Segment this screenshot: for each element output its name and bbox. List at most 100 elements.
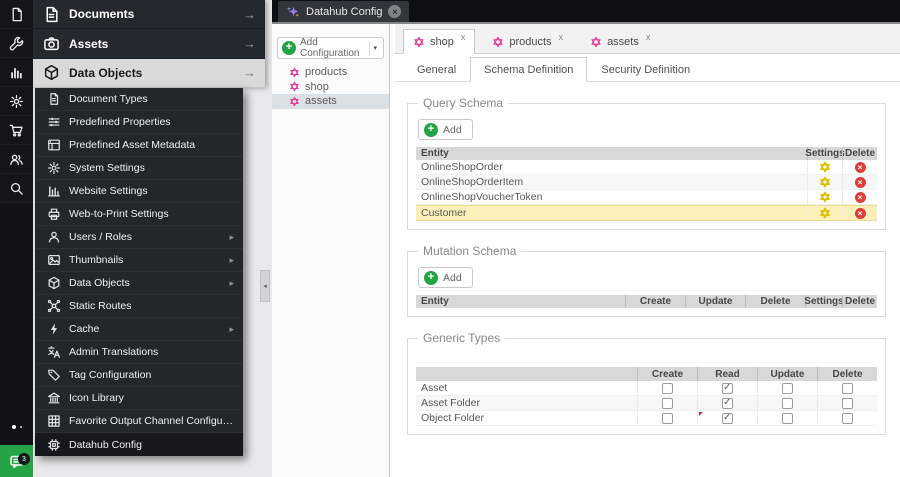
delete-icon[interactable] — [854, 207, 866, 219]
menu-label: Data Objects — [69, 65, 143, 80]
table-row[interactable]: Asset — [416, 381, 877, 396]
datahub-config-window: Datahub Config Add Configuration product… — [272, 0, 900, 477]
read-checkbox[interactable] — [722, 397, 733, 409]
schema-definition-content: Query Schema Add Entity Settings Delete — [395, 82, 900, 477]
menu-item-web-to-print-settings[interactable]: Web-to-Print Settings — [35, 203, 243, 226]
menu-documents[interactable]: Documents — [33, 0, 265, 30]
mutation-schema-add-button[interactable]: Add — [418, 267, 473, 288]
menu-item-predefined-properties[interactable]: Predefined Properties — [35, 111, 243, 134]
settings-icon[interactable] — [819, 207, 831, 219]
read-checkbox[interactable] — [722, 412, 733, 424]
table-header: Create Read Update Delete — [416, 367, 877, 381]
menu-item-admin-translations[interactable]: Admin Translations — [35, 341, 243, 364]
close-tab-icon[interactable] — [559, 32, 564, 42]
menu-label: Documents — [69, 7, 135, 22]
sparkle-icon — [286, 5, 300, 19]
plus-icon — [424, 270, 438, 285]
menu-item-thumbnails[interactable]: Thumbnails ▸ — [35, 249, 243, 272]
update-checkbox[interactable] — [782, 397, 793, 409]
table-row-selected[interactable]: Customer — [416, 205, 877, 221]
menu-item-predefined-asset-metadata[interactable]: Predefined Asset Metadata — [35, 134, 243, 157]
update-checkbox[interactable] — [782, 382, 793, 394]
rail-tools-button[interactable] — [0, 29, 33, 58]
create-checkbox[interactable] — [662, 397, 673, 409]
delete-checkbox[interactable] — [842, 397, 853, 409]
menu-item-static-routes[interactable]: Static Routes — [35, 295, 243, 318]
configurations-tree-panel: Add Configuration products shop — [272, 24, 390, 477]
close-tab-icon[interactable] — [646, 32, 651, 42]
status-dots — [0, 425, 33, 429]
rail-search-button[interactable] — [0, 174, 33, 203]
tab-general[interactable]: General — [403, 57, 470, 82]
create-checkbox[interactable] — [662, 412, 673, 424]
feedback-chat-button[interactable]: 3 — [0, 445, 33, 477]
rail-documents-button[interactable] — [0, 0, 33, 29]
menu-item-datahub-config[interactable]: Datahub Config — [35, 433, 243, 456]
menu-data-objects[interactable]: Data Objects — [33, 58, 265, 89]
settings-icon[interactable] — [819, 176, 831, 188]
settings-icon[interactable] — [819, 161, 831, 173]
delete-checkbox[interactable] — [842, 412, 853, 424]
rail-ecommerce-button[interactable] — [0, 116, 33, 145]
table-row[interactable]: OnlineShopOrderItem — [416, 175, 877, 190]
delete-icon[interactable] — [854, 161, 866, 173]
update-checkbox[interactable] — [782, 412, 793, 424]
rail-users-button[interactable] — [0, 145, 33, 174]
file-icon — [9, 7, 24, 22]
table-row[interactable]: OnlineShopOrder — [416, 160, 877, 175]
delete-checkbox[interactable] — [842, 382, 853, 394]
config-item-assets[interactable]: assets — [272, 94, 389, 109]
tab-security-definition[interactable]: Security Definition — [587, 57, 704, 82]
menu-item-document-types[interactable]: Document Types — [35, 88, 243, 111]
file-text-icon — [43, 6, 60, 23]
chevron-down-icon[interactable] — [373, 44, 377, 52]
menu-item-favorite-output-channel-configurations[interactable]: Favorite Output Channel Configurations — [35, 410, 243, 433]
sliders-icon — [47, 115, 61, 129]
read-checkbox[interactable] — [722, 382, 733, 394]
plus-icon — [282, 41, 296, 55]
menu-item-data-objects[interactable]: Data Objects ▸ — [35, 272, 243, 295]
tab-assets[interactable]: assets — [580, 29, 660, 54]
query-schema-add-button[interactable]: Add — [418, 119, 473, 140]
delete-icon[interactable] — [854, 176, 866, 188]
table-row[interactable]: OnlineShopVoucherToken — [416, 190, 877, 205]
menu-item-website-settings[interactable]: Website Settings — [35, 180, 243, 203]
menu-item-users-roles[interactable]: Users / Roles ▸ — [35, 226, 243, 249]
config-item-shop[interactable]: shop — [272, 80, 389, 95]
menu-assets[interactable]: Assets — [33, 29, 265, 59]
config-item-products[interactable]: products — [272, 65, 389, 80]
add-configuration-button[interactable]: Add Configuration — [277, 37, 384, 59]
close-icon[interactable] — [388, 5, 402, 18]
rail-reports-button[interactable] — [0, 58, 33, 87]
generic-types-table: Create Read Update Delete Asset ✓ Asset … — [416, 367, 877, 426]
configuration-tree: products shop assets — [272, 65, 389, 109]
menu-item-icon-library[interactable]: Icon Library — [35, 387, 243, 410]
tab-schema-definition[interactable]: Schema Definition — [470, 57, 588, 82]
gear-icon — [47, 161, 61, 175]
table-header: Entity Settings Delete — [416, 147, 877, 160]
panel-collapse-handle[interactable] — [260, 270, 270, 302]
tab-products[interactable]: products — [482, 29, 573, 54]
rail-settings-button[interactable] — [0, 87, 33, 116]
query-schema-table: Entity Settings Delete OnlineShopOrder O… — [416, 147, 877, 221]
tab-datahub-config[interactable]: Datahub Config — [278, 1, 410, 22]
table-row[interactable]: Object Folder — [416, 411, 877, 426]
gear-icon — [9, 94, 24, 109]
menu-label: Assets — [69, 36, 109, 51]
left-icon-rail: 3 — [0, 0, 33, 477]
plus-icon — [424, 122, 438, 137]
create-checkbox[interactable] — [662, 382, 673, 394]
delete-icon[interactable] — [854, 191, 866, 203]
settings-submenu: Document Types Predefined Properties Pre… — [35, 88, 243, 456]
settings-icon[interactable] — [819, 191, 831, 203]
config-tab-bar: shop products assets — [395, 24, 900, 54]
menu-item-system-settings[interactable]: System Settings — [35, 157, 243, 180]
query-schema-legend: Query Schema — [423, 96, 504, 110]
bar-chart-icon — [9, 65, 24, 80]
translate-icon — [47, 345, 61, 359]
table-row[interactable]: Asset Folder — [416, 396, 877, 411]
menu-item-tag-configuration[interactable]: Tag Configuration — [35, 364, 243, 387]
tab-shop[interactable]: shop — [403, 29, 476, 54]
menu-item-cache[interactable]: Cache ▸ — [35, 318, 243, 341]
close-tab-icon[interactable] — [461, 32, 466, 42]
